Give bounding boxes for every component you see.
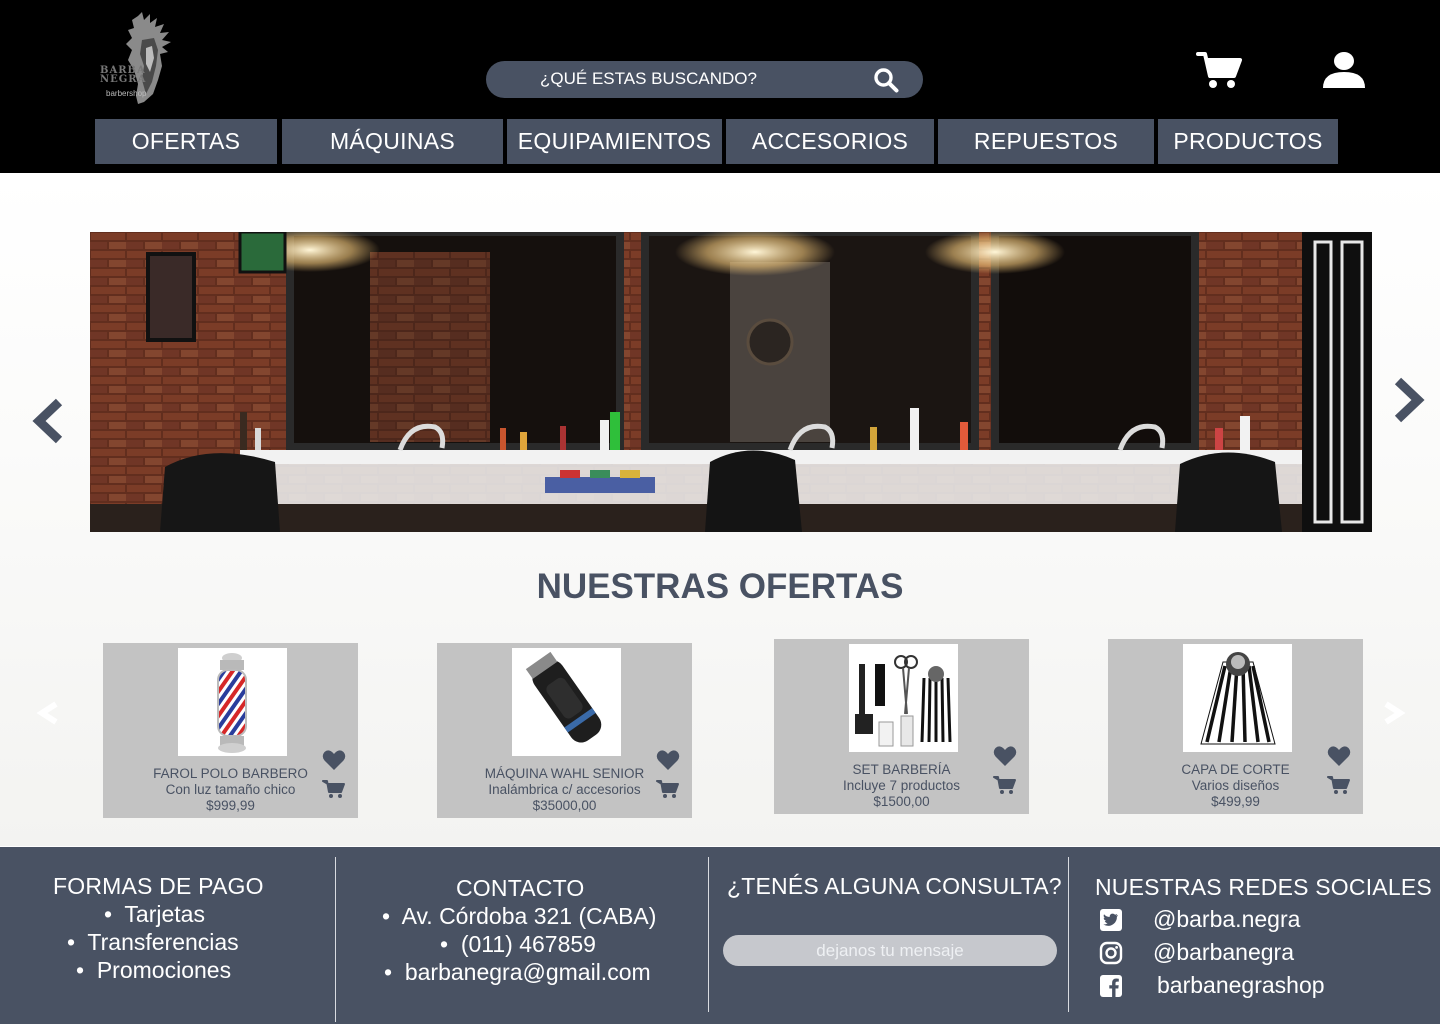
product-description: Inalámbrica c/ accesorios — [488, 782, 641, 797]
contact-phone[interactable]: (011) 467859 — [461, 931, 596, 957]
contact-address: Av. Córdoba 321 (CABA) — [401, 903, 657, 929]
payment-item-label: Promociones — [96, 957, 232, 983]
footer-divider — [335, 857, 336, 1022]
clipper-image[interactable] — [512, 648, 621, 756]
facebook-icon[interactable] — [1099, 974, 1123, 998]
product-description: Varios diseños — [1191, 778, 1280, 793]
carousel-prev-icon[interactable] — [29, 396, 69, 446]
social-title: NUESTRAS REDES SOCIALES — [1095, 874, 1432, 900]
logo-wordmark: BARBA NEGRA — [100, 66, 160, 85]
offers-title: NUESTRAS OFERTAS — [536, 567, 904, 606]
social-handle-facebook[interactable]: barbanegrashop — [1157, 972, 1325, 999]
nav-item-maquinas[interactable]: MÁQUINAS — [282, 119, 503, 164]
nav-item-repuestos[interactable]: REPUESTOS — [938, 119, 1154, 164]
offers-prev-icon[interactable] — [32, 696, 66, 730]
product-price: $35000,00 — [532, 798, 597, 813]
nav-item-equipamientos[interactable]: EQUIPAMIENTOS — [507, 119, 722, 164]
product-card[interactable]: SET BARBERÍA Incluye 7 productos $1500,0… — [774, 639, 1029, 814]
social-handle-twitter[interactable]: @barba.negra — [1153, 906, 1300, 933]
payment-item: • Promociones — [76, 957, 232, 983]
product-card[interactable]: FAROL POLO BARBERO Con luz tamaño chico … — [103, 643, 358, 818]
payment-item-label: Transferencias — [87, 929, 239, 955]
message-input[interactable]: dejanos tu mensaje — [723, 935, 1057, 966]
nav-item-ofertas[interactable]: OFERTAS — [95, 119, 277, 164]
barber-pole-image[interactable] — [178, 648, 287, 756]
product-name: MÁQUINA WAHL SENIOR — [484, 766, 645, 781]
footer-divider — [1068, 857, 1069, 1012]
product-price: $999,99 — [206, 798, 255, 813]
logo-line-2: NEGRA — [100, 74, 147, 85]
product-price: $1500,00 — [873, 794, 930, 809]
search-icon[interactable] — [873, 67, 899, 93]
twitter-icon[interactable] — [1099, 908, 1123, 932]
search-placeholder: ¿QUÉ ESTAS BUSCANDO? — [540, 69, 757, 88]
payment-item: • Tarjetas — [104, 901, 205, 927]
barber-set-image[interactable] — [849, 644, 958, 752]
query-title: ¿TENÉS ALGUNA CONSULTA? — [727, 873, 1062, 899]
product-card[interactable]: MÁQUINA WAHL SENIOR Inalámbrica c/ acces… — [437, 643, 692, 818]
contact-item: • Av. Córdoba 321 (CABA) — [382, 903, 657, 929]
user-icon[interactable] — [1320, 50, 1368, 90]
product-info: MÁQUINA WAHL SENIOR Inalámbrica c/ acces… — [437, 766, 692, 814]
contact-item: • barbanegra@gmail.com — [384, 959, 651, 985]
product-name: SET BARBERÍA — [852, 762, 951, 777]
cart-icon[interactable] — [1196, 50, 1244, 90]
product-info: CAPA DE CORTE Varios diseños $499,99 — [1108, 762, 1363, 810]
social-handle-instagram[interactable]: @barbanegra — [1153, 939, 1294, 966]
instagram-icon[interactable] — [1099, 941, 1123, 965]
contact-email[interactable]: barbanegra@gmail.com — [405, 959, 651, 985]
search-input[interactable]: ¿QUÉ ESTAS BUSCANDO? — [486, 61, 923, 98]
cutting-cape-image[interactable] — [1183, 644, 1292, 752]
product-info: SET BARBERÍA Incluye 7 productos $1500,0… — [774, 762, 1029, 810]
hero-banner-image — [90, 232, 1372, 532]
footer-divider — [708, 857, 709, 1012]
product-price: $499,99 — [1211, 794, 1260, 809]
carousel-next-icon[interactable] — [1388, 375, 1428, 425]
product-name: CAPA DE CORTE — [1181, 762, 1290, 777]
product-description: Con luz tamaño chico — [165, 782, 296, 797]
nav-item-accesorios[interactable]: ACCESORIOS — [726, 119, 934, 164]
logo-subtitle: barbershop — [106, 89, 147, 98]
nav-item-productos[interactable]: PRODUCTOS — [1158, 119, 1338, 164]
offers-next-icon[interactable] — [1376, 696, 1410, 730]
product-card[interactable]: CAPA DE CORTE Varios diseños $499,99 — [1108, 639, 1363, 814]
barbershop-interior-image — [90, 232, 1372, 532]
payment-item-label: Tarjetas — [124, 901, 205, 927]
payment-item: • Transferencias — [67, 929, 239, 955]
product-info: FAROL POLO BARBERO Con luz tamaño chico … — [103, 766, 358, 814]
product-description: Incluye 7 productos — [842, 778, 961, 793]
site-header: BARBA NEGRA barbershop ¿QUÉ ESTAS BUSCAN… — [0, 0, 1440, 173]
payment-title: FORMAS DE PAGO — [53, 873, 264, 899]
contact-item: • (011) 467859 — [440, 931, 596, 957]
product-name: FAROL POLO BARBERO — [153, 766, 308, 781]
contact-title: CONTACTO — [456, 875, 585, 901]
